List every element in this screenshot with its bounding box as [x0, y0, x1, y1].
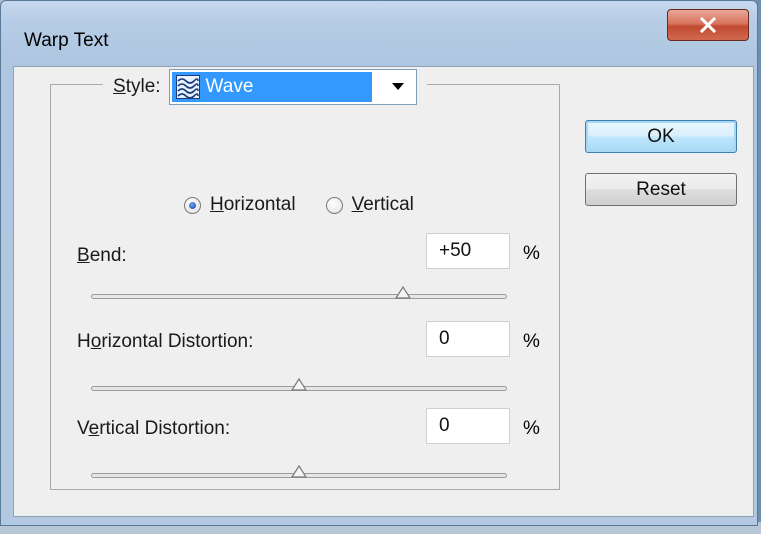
wave-warp-icon: [175, 75, 200, 99]
bend-slider[interactable]: [91, 285, 507, 299]
bend-unit: %: [523, 243, 540, 264]
horizontal-distortion-unit: %: [523, 331, 540, 352]
ok-button[interactable]: OK: [585, 120, 737, 153]
horizontal-distortion-slider[interactable]: [91, 377, 507, 391]
vertical-radio-label[interactable]: Vertical: [352, 194, 414, 216]
dialog-title: Warp Text: [24, 30, 109, 51]
style-dropdown-selection: Wave: [171, 72, 372, 102]
vertical-distortion-slider[interactable]: [91, 464, 507, 478]
vertical-distortion-unit: %: [523, 418, 540, 439]
horizontal-distortion-input[interactable]: 0: [426, 321, 510, 357]
style-label: Style:: [113, 76, 161, 97]
style-row: Style: Wave: [103, 68, 427, 106]
horizontal-radio[interactable]: [184, 196, 201, 214]
reset-button[interactable]: Reset: [585, 173, 737, 206]
warp-text-dialog: Warp Text Style: Wave Horizontal Vertica…: [0, 0, 758, 526]
style-dropdown[interactable]: Wave: [168, 69, 417, 105]
close-button[interactable]: [667, 9, 749, 41]
bend-input[interactable]: +50: [426, 233, 510, 269]
horizontal-distortion-slider-thumb[interactable]: [291, 377, 307, 391]
bend-label: Bend:: [77, 245, 127, 266]
vertical-radio[interactable]: [325, 196, 343, 214]
orientation-radio-group: Horizontal Vertical: [184, 194, 414, 216]
warp-settings-group: Style: Wave Horizontal Vertical Bend: +5…: [50, 68, 560, 490]
horizontal-radio-label[interactable]: Horizontal: [210, 194, 296, 216]
vertical-distortion-input[interactable]: 0: [426, 408, 510, 444]
vertical-distortion-label: Vertical Distortion:: [77, 418, 231, 439]
vertical-distortion-slider-thumb[interactable]: [291, 464, 307, 478]
close-icon: [699, 17, 717, 33]
dialog-body: Style: Wave Horizontal Vertical Bend: +5…: [13, 66, 754, 517]
style-dropdown-value: Wave: [205, 76, 254, 97]
dropdown-arrow-icon[interactable]: [391, 83, 404, 90]
horizontal-distortion-label: Horizontal Distortion:: [77, 331, 254, 352]
bend-slider-thumb[interactable]: [394, 285, 411, 299]
